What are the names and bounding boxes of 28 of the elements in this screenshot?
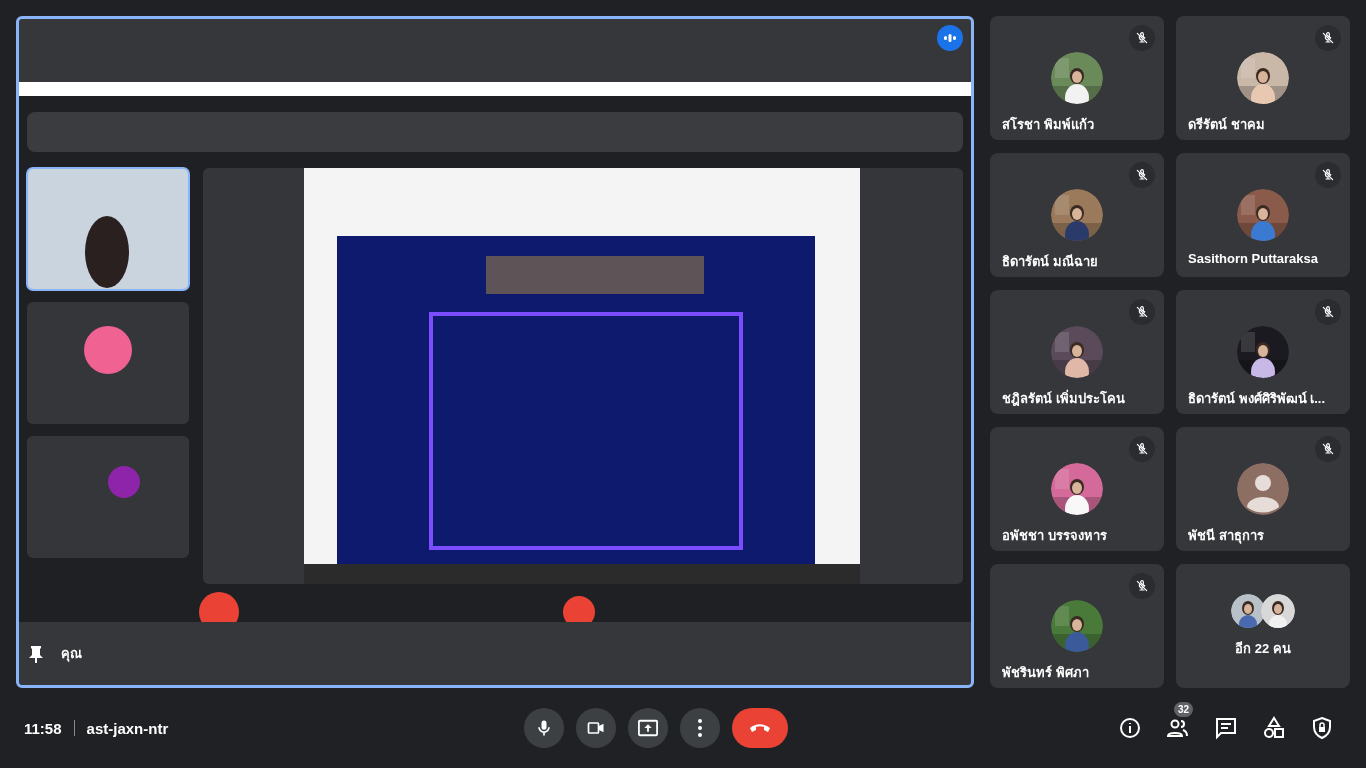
participant-name: ดรีรัตน์ ชาคม bbox=[1188, 116, 1265, 134]
phone-hangup-icon bbox=[748, 722, 772, 734]
participant-name: อพัชชา บรรจงหาร bbox=[1002, 527, 1107, 545]
more-participants-tile[interactable]: อีก 22 คน bbox=[1176, 564, 1350, 688]
people-count-badge: 32 bbox=[1174, 702, 1194, 717]
participant-name: ชฎิลรัตน์ เพิ่มประโคน bbox=[1002, 388, 1125, 408]
participant-name: ธิดารัตน์ มณีฉาย bbox=[1002, 253, 1098, 271]
present-screen-icon bbox=[637, 718, 659, 738]
leave-call-button[interactable] bbox=[732, 708, 788, 748]
pin-icon[interactable] bbox=[29, 644, 43, 663]
participant-name: พัชรินทร์ พิศภา bbox=[1002, 664, 1089, 682]
participant-name: คุณ bbox=[61, 645, 82, 664]
more-participants-label: อีก 22 คน bbox=[1235, 639, 1291, 658]
clock-time: 11:58 bbox=[24, 719, 62, 737]
host-controls-icon[interactable] bbox=[1310, 716, 1334, 740]
more-vertical-icon bbox=[697, 718, 703, 738]
participant-name: สโรชา พิมพ์แก้ว bbox=[1002, 116, 1094, 134]
participant-name: ธิดารัตน์ พงศ์ศิริพัฒน์ เ... bbox=[1188, 390, 1326, 408]
chat-icon[interactable] bbox=[1214, 716, 1238, 740]
more-options-button[interactable] bbox=[680, 708, 720, 748]
participant-name: Sasithorn Puttaraksa bbox=[1188, 251, 1319, 266]
microphone-button[interactable] bbox=[524, 708, 564, 748]
participant-name: พัชนี สาธุการ bbox=[1188, 527, 1264, 546]
activities-icon[interactable] bbox=[1262, 716, 1286, 740]
info-icon[interactable] bbox=[1118, 716, 1142, 740]
camera-button[interactable] bbox=[576, 708, 616, 748]
meeting-code: ast-jaxn-ntr bbox=[86, 719, 169, 737]
present-screen-button[interactable] bbox=[628, 708, 668, 748]
